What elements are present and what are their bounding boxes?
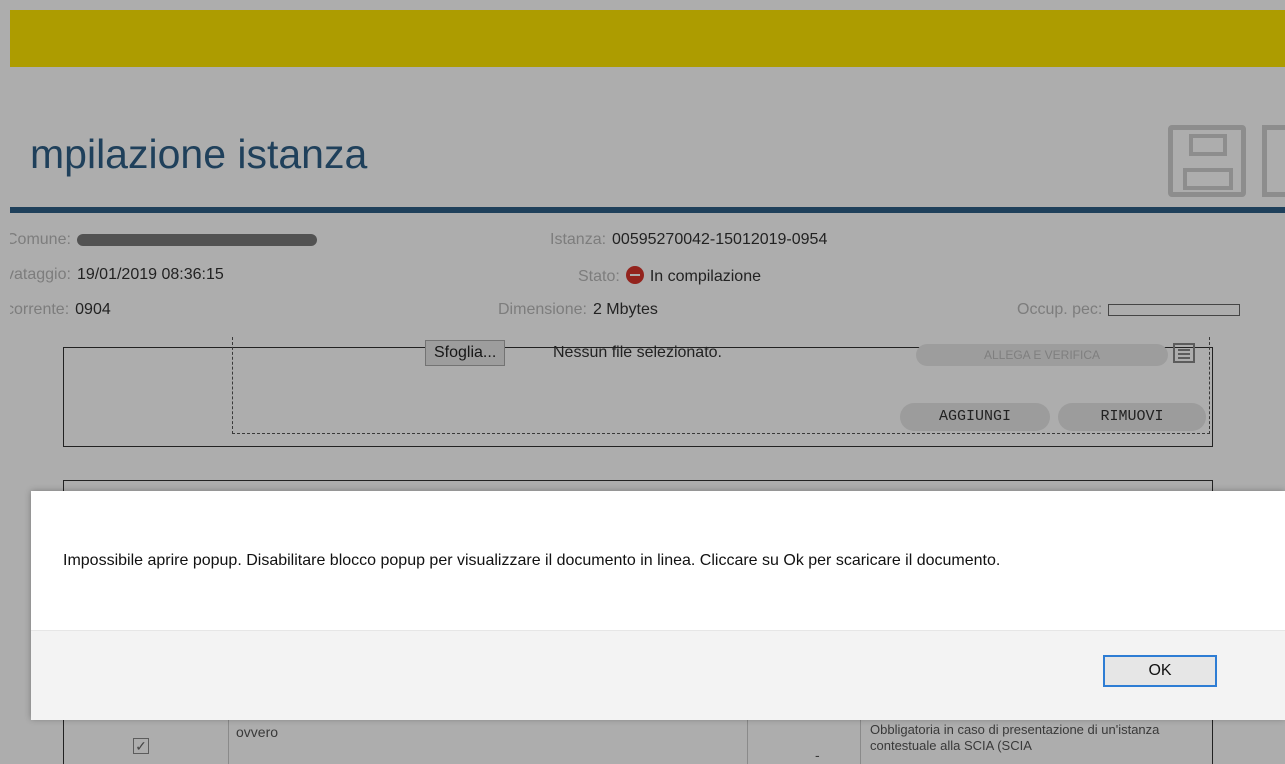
dialog-body: Impossibile aprire popup. Disabilitare b… — [31, 491, 1285, 630]
ok-button[interactable]: OK — [1103, 655, 1217, 687]
popup-dialog: Impossibile aprire popup. Disabilitare b… — [31, 491, 1285, 720]
dialog-message: Impossibile aprire popup. Disabilitare b… — [63, 551, 1001, 569]
dialog-footer: OK — [31, 630, 1285, 720]
